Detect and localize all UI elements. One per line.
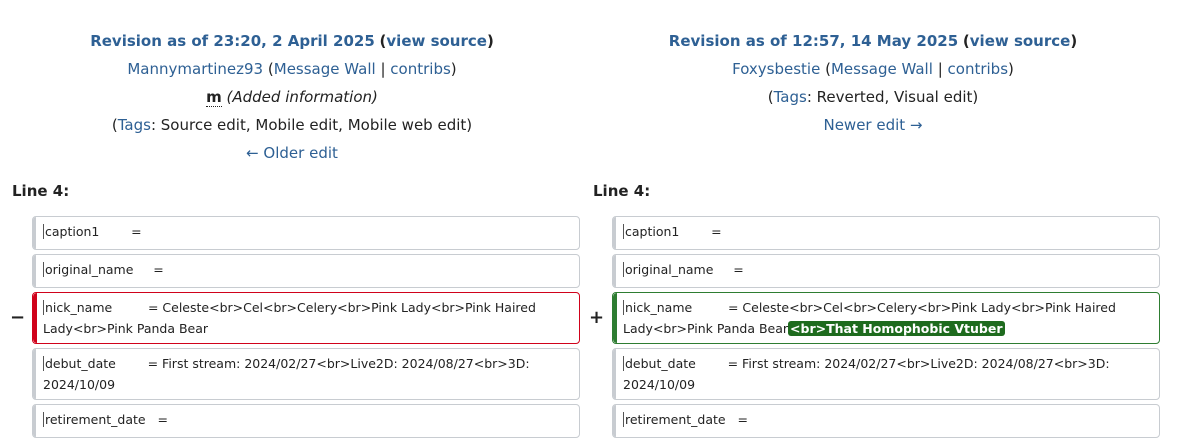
plus-marker: + [589, 307, 605, 328]
old-context-caption1: caption1 = [32, 216, 580, 250]
old-context-retirement-date: retirement_date = [32, 404, 580, 438]
new-added-nick-name: nick_name = Celeste<br>Cel<br>Celery<br>… [612, 292, 1160, 344]
old-message-wall-link[interactable]: Message Wall [274, 60, 376, 78]
old-view-source-link[interactable]: view source [386, 32, 487, 50]
paren-close: ) [1070, 32, 1078, 50]
new-tags-link[interactable]: Tags [774, 88, 807, 106]
separator: | [937, 60, 943, 78]
new-revision-title-link[interactable]: Revision as of 12:57, 14 May 2025 [669, 32, 958, 50]
removed-text: nick_name = Celeste<br>Cel<br>Celery<br>… [43, 300, 540, 336]
new-context-retirement-date: retirement_date = [612, 404, 1160, 438]
paren-close: ) [486, 32, 494, 50]
new-revision-header: Revision as of 12:57, 14 May 2025 (view … [593, 27, 1153, 139]
context-text: caption1 = [625, 224, 722, 239]
context-text: debut_date = First stream: 2024/02/27<br… [43, 356, 534, 392]
paren-close: ) [1008, 60, 1014, 78]
paren-close: ) [450, 60, 457, 78]
old-tags-link[interactable]: Tags [118, 116, 151, 134]
old-revision-title-link[interactable]: Revision as of 23:20, 2 April 2025 [90, 32, 375, 50]
context-text: original_name = [625, 262, 744, 277]
new-tags-values: : Reverted, Visual edit) [806, 88, 979, 106]
new-message-wall-link[interactable]: Message Wall [831, 60, 933, 78]
old-revision-header: Revision as of 23:20, 2 April 2025 (view… [12, 27, 572, 167]
context-text: original_name = [45, 262, 164, 277]
old-context-original-name: original_name = [32, 254, 580, 288]
context-text: retirement_date = [625, 412, 749, 427]
context-text: retirement_date = [45, 412, 169, 427]
older-edit-link[interactable]: ← Older edit [246, 144, 338, 162]
old-contribs-link[interactable]: contribs [390, 60, 450, 78]
old-removed-nick-name: nick_name = Celeste<br>Cel<br>Celery<br>… [32, 292, 580, 344]
old-tags-values: : Source edit, Mobile edit, Mobile web e… [150, 116, 473, 134]
separator: | [380, 60, 386, 78]
old-edit-summary: (Added information) [226, 88, 378, 106]
new-contribs-link[interactable]: contribs [948, 60, 1008, 78]
context-text: debut_date = First stream: 2024/02/27<br… [623, 356, 1114, 392]
minus-marker: − [10, 307, 26, 328]
new-line-label: Line 4: [593, 182, 651, 200]
newer-edit-link[interactable]: Newer edit → [823, 116, 922, 134]
context-text: caption1 = [45, 224, 142, 239]
new-user-link[interactable]: Foxysbestie [732, 60, 820, 78]
old-context-debut-date: debut_date = First stream: 2024/02/27<br… [32, 348, 580, 400]
paren-open: ( [962, 32, 970, 50]
minor-edit-flag: m [206, 88, 222, 107]
inserted-text-highlight: <br>That Homophobic Vtuber [788, 321, 1005, 336]
old-line-label: Line 4: [12, 182, 70, 200]
new-view-source-link[interactable]: view source [970, 32, 1071, 50]
new-context-debut-date: debut_date = First stream: 2024/02/27<br… [612, 348, 1160, 400]
new-context-caption1: caption1 = [612, 216, 1160, 250]
old-user-link[interactable]: Mannymartinez93 [127, 60, 263, 78]
new-context-original-name: original_name = [612, 254, 1160, 288]
